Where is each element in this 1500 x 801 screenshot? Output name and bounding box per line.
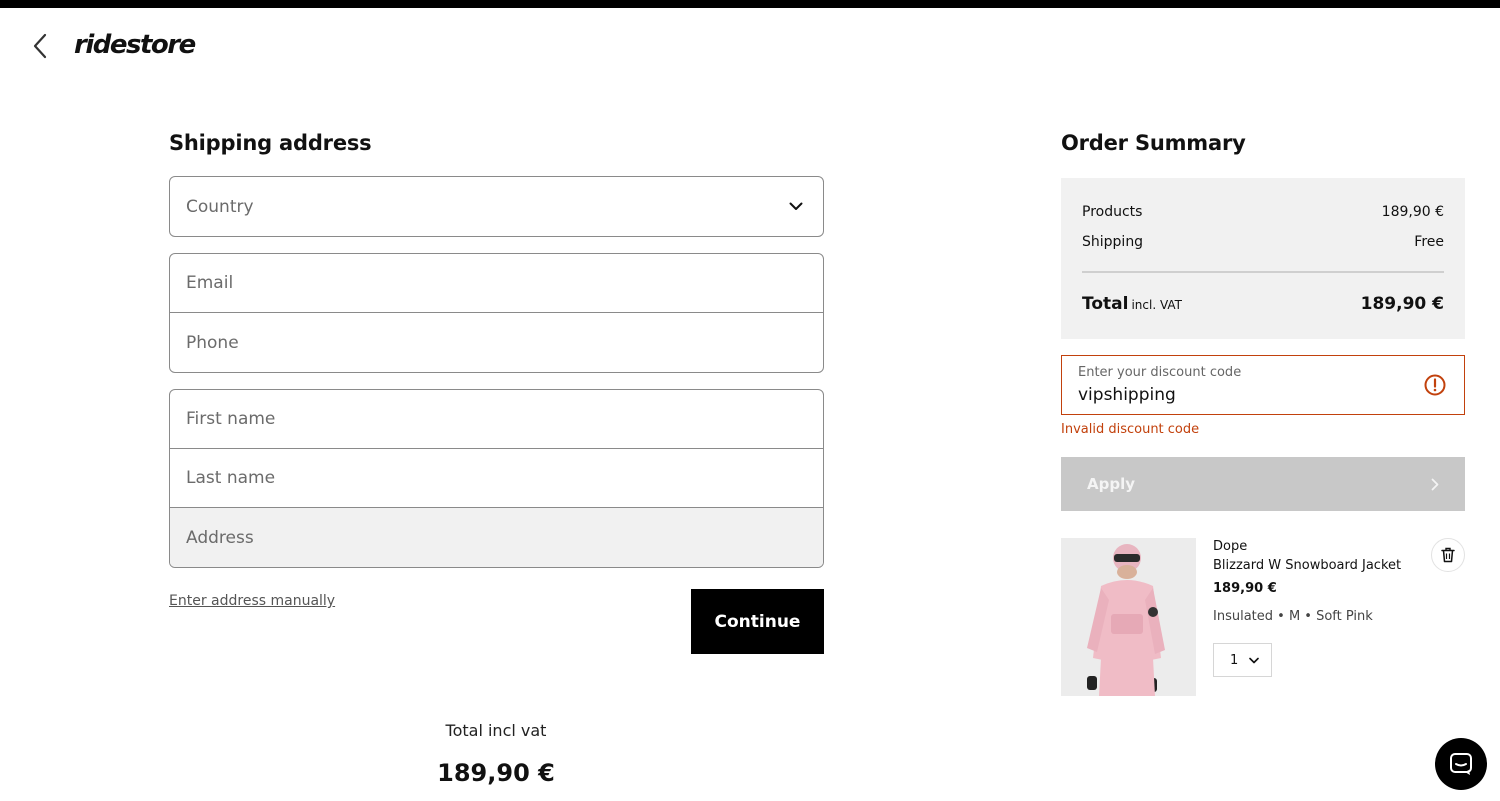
last-name-field[interactable]: Last name [170,449,823,508]
chevron-down-icon [1249,657,1259,663]
chat-button[interactable] [1435,738,1487,790]
back-button[interactable] [28,32,52,60]
shipping-value: Free [1414,234,1444,250]
summary-shipping-row: Shipping Free [1082,234,1444,250]
bottom-total-label: Total incl vat [445,721,547,740]
address-field[interactable]: Address [170,508,823,567]
total-vat-label: incl. VAT [1131,298,1183,312]
discount-label: Enter your discount code [1078,365,1242,380]
jacket-illustration [1061,538,1196,696]
discount-value: vipshipping [1078,385,1176,405]
product-name[interactable]: Blizzard W Snowboard Jacket [1213,558,1401,573]
summary-total-row: Total incl. VAT 189,90 € [1082,294,1444,314]
discount-error-message: Invalid discount code [1061,422,1200,437]
product-variant: Insulated • M • Soft Pink [1213,609,1373,624]
continue-button[interactable]: Continue [691,589,824,654]
logo[interactable]: ridestore [74,30,196,60]
country-placeholder: Country [186,196,254,217]
order-summary-title: Order Summary [1061,131,1246,155]
chevron-down-icon [789,202,803,210]
total-value: 189,90 € [1360,294,1444,314]
phone-field[interactable]: Phone [170,313,823,372]
total-label: Total [1082,294,1129,314]
error-icon [1424,374,1446,396]
quantity-value: 1 [1230,652,1239,668]
summary-box: Products 189,90 € Shipping Free Total inc… [1061,178,1465,339]
contact-fields-group: Email Phone [169,253,824,373]
product-price: 189,90 € [1213,581,1277,596]
products-value: 189,90 € [1381,204,1444,220]
shipping-address-title: Shipping address [169,131,372,155]
chat-icon [1450,753,1472,775]
summary-divider [1082,271,1444,273]
shipping-label: Shipping [1082,234,1144,250]
chevron-right-icon [1431,478,1439,490]
products-label: Products [1082,204,1143,220]
quantity-select[interactable]: 1 [1213,643,1272,677]
apply-label: Apply [1087,475,1136,493]
summary-products-row: Products 189,90 € [1082,204,1444,220]
product-image[interactable] [1061,538,1196,696]
top-bar [0,0,1500,8]
bottom-total-value: 189,90 € [437,759,555,787]
first-name-field[interactable]: First name [170,390,823,449]
discount-code-input[interactable]: Enter your discount code vipshipping [1061,355,1465,415]
address-fields-group: First name Last name Address [169,389,824,568]
chevron-left-icon [33,33,47,59]
country-select[interactable]: Country [169,176,824,237]
remove-item-button[interactable] [1431,538,1465,572]
product-brand: Dope [1213,539,1248,554]
email-field[interactable]: Email [170,254,823,313]
apply-button[interactable]: Apply [1061,457,1465,511]
trash-icon [1441,547,1455,563]
enter-address-manually-link[interactable]: Enter address manually [169,593,335,609]
